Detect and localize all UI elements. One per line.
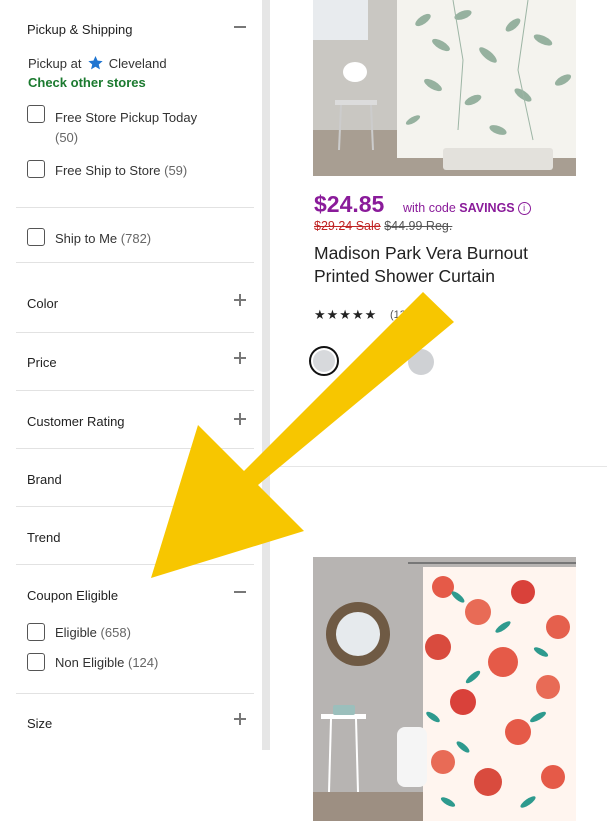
expand-plus-icon[interactable] — [234, 413, 246, 425]
filter-title-pickup-shipping[interactable]: Pickup & Shipping — [27, 22, 133, 37]
option-label: Eligible — [55, 625, 97, 640]
eligible-label[interactable]: Eligible (658) — [55, 625, 131, 640]
store-name[interactable]: Cleveland — [109, 56, 167, 71]
filter-pickup-shipping: Pickup & Shipping Pickup at Cleveland Ch… — [16, 0, 254, 208]
coupon-code-text[interactable]: with code SAVINGS i — [403, 201, 531, 215]
option-label: Ship to Me — [55, 231, 118, 246]
filter-title-coupon-eligible[interactable]: Coupon Eligible — [27, 588, 118, 603]
product-image-floral-curtain[interactable] — [313, 557, 576, 821]
filter-title-color: Color — [27, 296, 59, 311]
free-store-pickup-checkbox[interactable] — [27, 105, 45, 123]
product-image-vera-curtain[interactable] — [313, 0, 576, 176]
free-ship-to-store-checkbox[interactable] — [27, 160, 45, 178]
free-store-pickup-label[interactable]: Free Store Pickup Today (50) — [55, 108, 197, 148]
filter-color[interactable]: Color — [16, 263, 254, 333]
sale-price: $29.24 Sale — [314, 219, 381, 233]
filter-title-customer-rating: Customer Rating — [27, 414, 125, 429]
rating-stars: ★★★★★ — [314, 307, 378, 322]
filter-title-brand: Brand — [27, 472, 62, 487]
option-count: (124) — [128, 655, 159, 670]
expand-plus-icon[interactable] — [234, 470, 246, 482]
filter-trend[interactable]: Trend — [16, 507, 254, 565]
old-prices: $29.24 Sale $44.99 Reg. — [314, 219, 452, 233]
coupon-code: SAVINGS — [459, 201, 515, 215]
with-code-label: with code — [403, 201, 456, 215]
review-count[interactable]: (13 — [390, 309, 406, 321]
option-count: (782) — [120, 231, 152, 246]
option-count: (59) — [164, 163, 188, 178]
ship-to-me-checkbox[interactable] — [27, 228, 45, 246]
filter-title-price: Price — [27, 355, 57, 370]
filter-ship-to-me: Ship to Me (782) — [16, 208, 254, 263]
floral-curtain-image — [313, 557, 576, 821]
option-count: (50) — [55, 130, 79, 145]
option-label: Free Store Pickup Today — [55, 110, 198, 125]
collapse-minus-icon[interactable] — [234, 586, 246, 598]
shower-curtain-image — [313, 0, 576, 176]
option-count: (658) — [100, 625, 131, 640]
ship-to-me-label[interactable]: Ship to Me (782) — [55, 231, 151, 246]
star-icon — [88, 56, 103, 70]
free-ship-to-store-label[interactable]: Free Ship to Store (59) — [55, 163, 187, 178]
filter-brand[interactable]: Brand — [16, 449, 254, 507]
color-swatch-1[interactable] — [309, 346, 339, 376]
product-name-link[interactable]: Madison Park Vera Burnout Printed Shower… — [314, 242, 574, 288]
filter-size[interactable]: Size — [16, 694, 254, 751]
product-price: $24.85 — [314, 191, 385, 217]
sidebar-scrollbar[interactable] — [262, 0, 270, 750]
filter-coupon-eligible: Coupon Eligible Eligible (658) Non Eligi… — [16, 565, 254, 694]
pickup-at-text: Pickup at — [28, 56, 82, 71]
filter-customer-rating[interactable]: Customer Rating — [16, 391, 254, 449]
color-swatch-2[interactable] — [360, 349, 386, 375]
option-label: Non Eligible — [55, 655, 125, 670]
option-label: Free Ship to Store — [55, 163, 161, 178]
collapse-minus-icon[interactable] — [234, 21, 246, 33]
filter-title-size: Size — [27, 716, 53, 731]
expand-plus-icon[interactable] — [234, 352, 246, 364]
non-eligible-checkbox[interactable] — [27, 653, 45, 671]
regular-price: $44.99 Reg. — [384, 219, 453, 233]
expand-plus-icon[interactable] — [234, 713, 246, 725]
product-divider — [270, 466, 607, 467]
check-other-stores-link[interactable]: Check other stores — [28, 75, 146, 90]
filter-title-trend: Trend — [27, 530, 61, 545]
eligible-checkbox[interactable] — [27, 623, 45, 641]
filter-price[interactable]: Price — [16, 333, 254, 391]
non-eligible-label[interactable]: Non Eligible (124) — [55, 655, 158, 670]
expand-plus-icon[interactable] — [234, 294, 246, 306]
filter-sidebar: Pickup & Shipping Pickup at Cleveland Ch… — [0, 0, 262, 821]
info-icon[interactable]: i — [517, 202, 531, 215]
color-swatch-3[interactable] — [408, 349, 434, 375]
pickup-at-label: Pickup at Cleveland — [28, 55, 167, 71]
